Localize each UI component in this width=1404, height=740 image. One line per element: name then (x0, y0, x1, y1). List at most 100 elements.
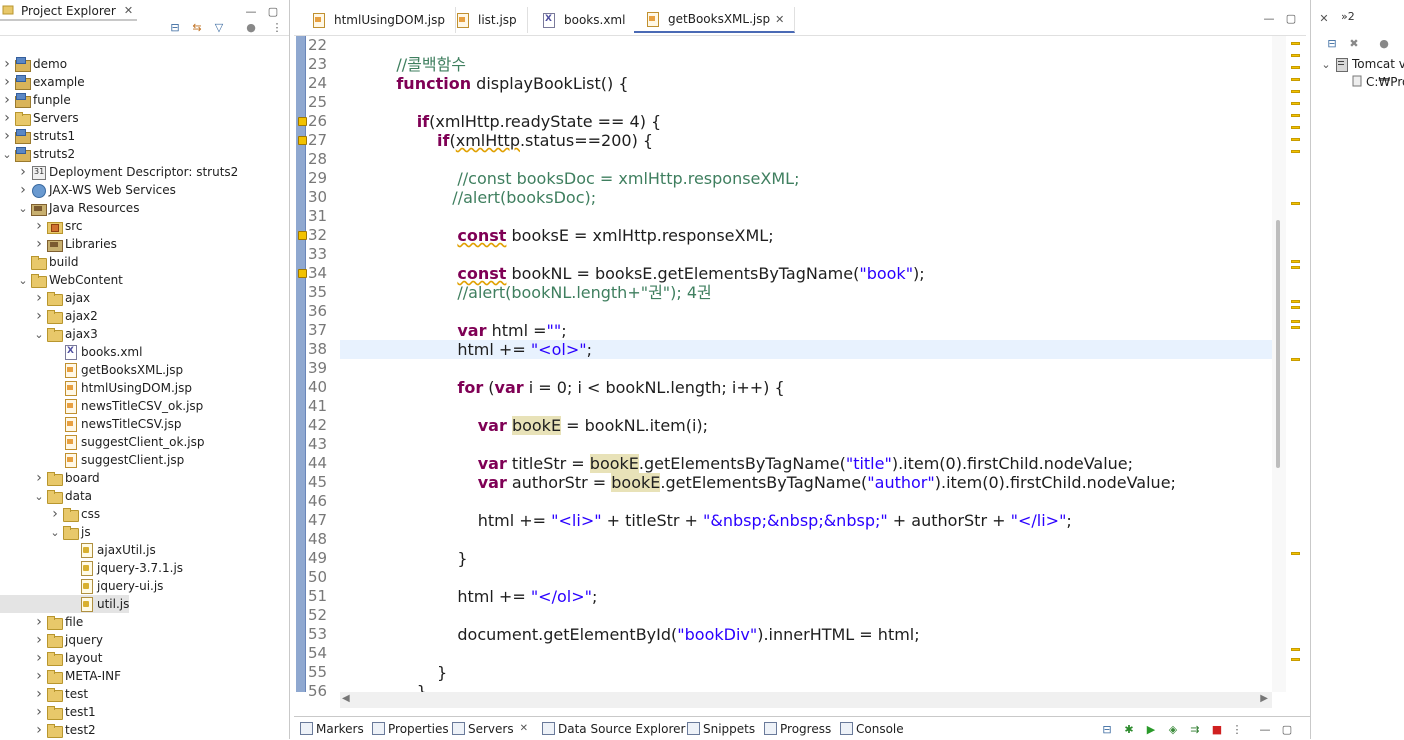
chevron-right-icon[interactable]: › (48, 506, 62, 522)
scroll-left-icon[interactable]: ◀ (342, 693, 350, 704)
overview-warning-mark[interactable] (1291, 552, 1300, 555)
warning-icon[interactable] (298, 231, 307, 240)
chevron-right-icon[interactable]: › (0, 92, 14, 108)
tree-item[interactable]: build (0, 253, 79, 271)
code-line[interactable]: const bookNL = booksE.getElementsByTagNa… (376, 264, 924, 283)
tree-item[interactable]: ⌄ ajax3 (0, 325, 98, 343)
overview-warning-mark[interactable] (1291, 648, 1300, 651)
chevron-down-icon[interactable]: ⌄ (1319, 58, 1333, 71)
code-line[interactable]: //콜백함수 (376, 55, 466, 74)
project-explorer-tab[interactable]: Project Explorer ✕ (0, 0, 138, 21)
chevron-right-icon[interactable]: › (32, 614, 46, 630)
tree-item[interactable]: › ajax2 (0, 307, 98, 325)
maximize-icon[interactable]: ▢ (1284, 11, 1298, 25)
tree-item[interactable]: › Deployment Descriptor: struts2 (0, 163, 238, 181)
code-line[interactable]: var html =""; (376, 321, 566, 340)
code-line[interactable]: //alert(bookNL.length+"권"); 4권 (376, 283, 711, 302)
overview-ruler[interactable] (1288, 36, 1304, 739)
filter-icon[interactable]: ▽ (212, 20, 226, 34)
tree-item[interactable]: books.xml (0, 343, 142, 361)
code-line[interactable]: document.getElementById("bookDiv").inner… (376, 625, 919, 644)
maximize-icon[interactable]: ▢ (266, 4, 280, 18)
tree-item[interactable]: ⌄ data (0, 487, 92, 505)
close-icon[interactable]: ✕ (124, 4, 133, 17)
chevron-down-icon[interactable]: ⌄ (16, 202, 30, 215)
tree-item[interactable]: ⌄ WebContent (0, 271, 123, 289)
close-icon[interactable]: ✕ (775, 13, 784, 26)
tree-item[interactable]: › jquery (0, 631, 103, 649)
editor-tab[interactable]: htmlUsingDOM.jsp (300, 7, 456, 33)
bottom-tab-progress[interactable]: Progress (764, 717, 831, 740)
scroll-thumb[interactable] (1276, 220, 1280, 468)
collapse-all-icon[interactable]: ⊟ (1100, 722, 1114, 736)
tree-item[interactable]: › file (0, 613, 83, 631)
tree-item[interactable]: › test (0, 685, 88, 703)
overview-warning-mark[interactable] (1291, 320, 1300, 323)
chevron-right-icon[interactable]: › (16, 164, 30, 180)
code-line[interactable]: html += "<ol>"; (376, 340, 592, 359)
tree-item[interactable]: ⌄ Java Resources (0, 199, 139, 217)
close-icon[interactable]: ✕ (520, 723, 528, 734)
code-line[interactable]: var titleStr = bookE.getElementsByTagNam… (376, 454, 1133, 473)
overview-warning-mark[interactable] (1291, 326, 1300, 329)
focus-icon[interactable]: ● (244, 20, 258, 34)
scroll-right-icon[interactable]: ▶ (1260, 693, 1268, 704)
chevron-right-icon[interactable]: › (32, 308, 46, 324)
tree-item[interactable]: › css (0, 505, 100, 523)
chevron-right-icon[interactable]: › (32, 668, 46, 684)
tree-item[interactable]: newsTitleCSV.jsp (0, 415, 181, 433)
bottom-tab-properties[interactable]: Properties (372, 717, 449, 740)
overview-warning-mark[interactable] (1291, 102, 1300, 105)
tree-item[interactable]: › src (0, 217, 83, 235)
tree-item[interactable]: util.js (0, 595, 130, 613)
tree-item[interactable]: › Servers (0, 109, 79, 127)
tree-item[interactable]: › funple (0, 91, 71, 109)
bottom-tab-console[interactable]: Console (840, 717, 904, 740)
server-item[interactable]: ⌄ Tomcat v (1319, 55, 1404, 73)
maximize-icon[interactable]: ▢ (1280, 722, 1294, 736)
link-with-editor-icon[interactable]: ⇆ (190, 20, 204, 34)
tree-item[interactable]: newsTitleCSV_ok.jsp (0, 397, 203, 415)
overview-warning-mark[interactable] (1291, 54, 1300, 57)
chevron-right-icon[interactable]: › (32, 722, 46, 738)
minimize-icon[interactable]: — (1258, 722, 1272, 736)
tree-item[interactable]: › ajax (0, 289, 90, 307)
code-line[interactable]: var bookE = bookNL.item(i); (376, 416, 708, 435)
editor-tab[interactable]: books.xml (530, 7, 637, 33)
chevron-right-icon[interactable]: › (32, 290, 46, 306)
minimize-icon[interactable]: — (244, 4, 258, 18)
warning-icon[interactable] (298, 117, 307, 126)
tree-item[interactable]: getBooksXML.jsp (0, 361, 183, 379)
servers-tab[interactable]: »2 (1341, 10, 1355, 23)
minimize-icon[interactable]: — (1262, 11, 1276, 25)
chevron-right-icon[interactable]: › (32, 236, 46, 252)
chevron-right-icon[interactable]: › (32, 704, 46, 720)
bottom-tab-snippets[interactable]: Snippets (687, 717, 755, 740)
chevron-right-icon[interactable]: › (16, 182, 30, 198)
overview-warning-mark[interactable] (1291, 66, 1300, 69)
overview-warning-mark[interactable] (1291, 42, 1300, 45)
stop-server-icon[interactable]: ■ (1210, 722, 1224, 736)
tree-item[interactable]: ajaxUtil.js (0, 541, 156, 559)
overview-warning-mark[interactable] (1291, 78, 1300, 81)
tree-item[interactable]: ⌄ js (0, 523, 91, 541)
code-line[interactable]: function displayBookList() { (376, 74, 628, 93)
tree-item[interactable]: › test1 (0, 703, 96, 721)
overview-warning-mark[interactable] (1291, 260, 1300, 263)
tree-item[interactable]: jquery-ui.js (0, 577, 163, 595)
code-line[interactable]: if(xmlHttp.status==200) { (376, 131, 653, 150)
server-path[interactable]: C:₩Pro (1351, 73, 1404, 91)
chevron-right-icon[interactable]: › (32, 632, 46, 648)
overview-warning-mark[interactable] (1291, 126, 1300, 129)
overview-warning-mark[interactable] (1291, 138, 1300, 141)
code-line[interactable]: var authorStr = bookE.getElementsByTagNa… (376, 473, 1176, 492)
chevron-down-icon[interactable]: ⌄ (48, 526, 62, 539)
overview-warning-mark[interactable] (1291, 300, 1300, 303)
overview-warning-mark[interactable] (1291, 202, 1300, 205)
tree-item[interactable]: ⌄ struts2 (0, 145, 75, 163)
chevron-right-icon[interactable]: › (32, 470, 46, 486)
code-line[interactable]: } (376, 549, 467, 568)
close-icon[interactable]: ✕ (1317, 11, 1331, 25)
bottom-tab-data-source-explorer[interactable]: Data Source Explorer (542, 717, 685, 740)
tree-item[interactable]: suggestClient.jsp (0, 451, 184, 469)
